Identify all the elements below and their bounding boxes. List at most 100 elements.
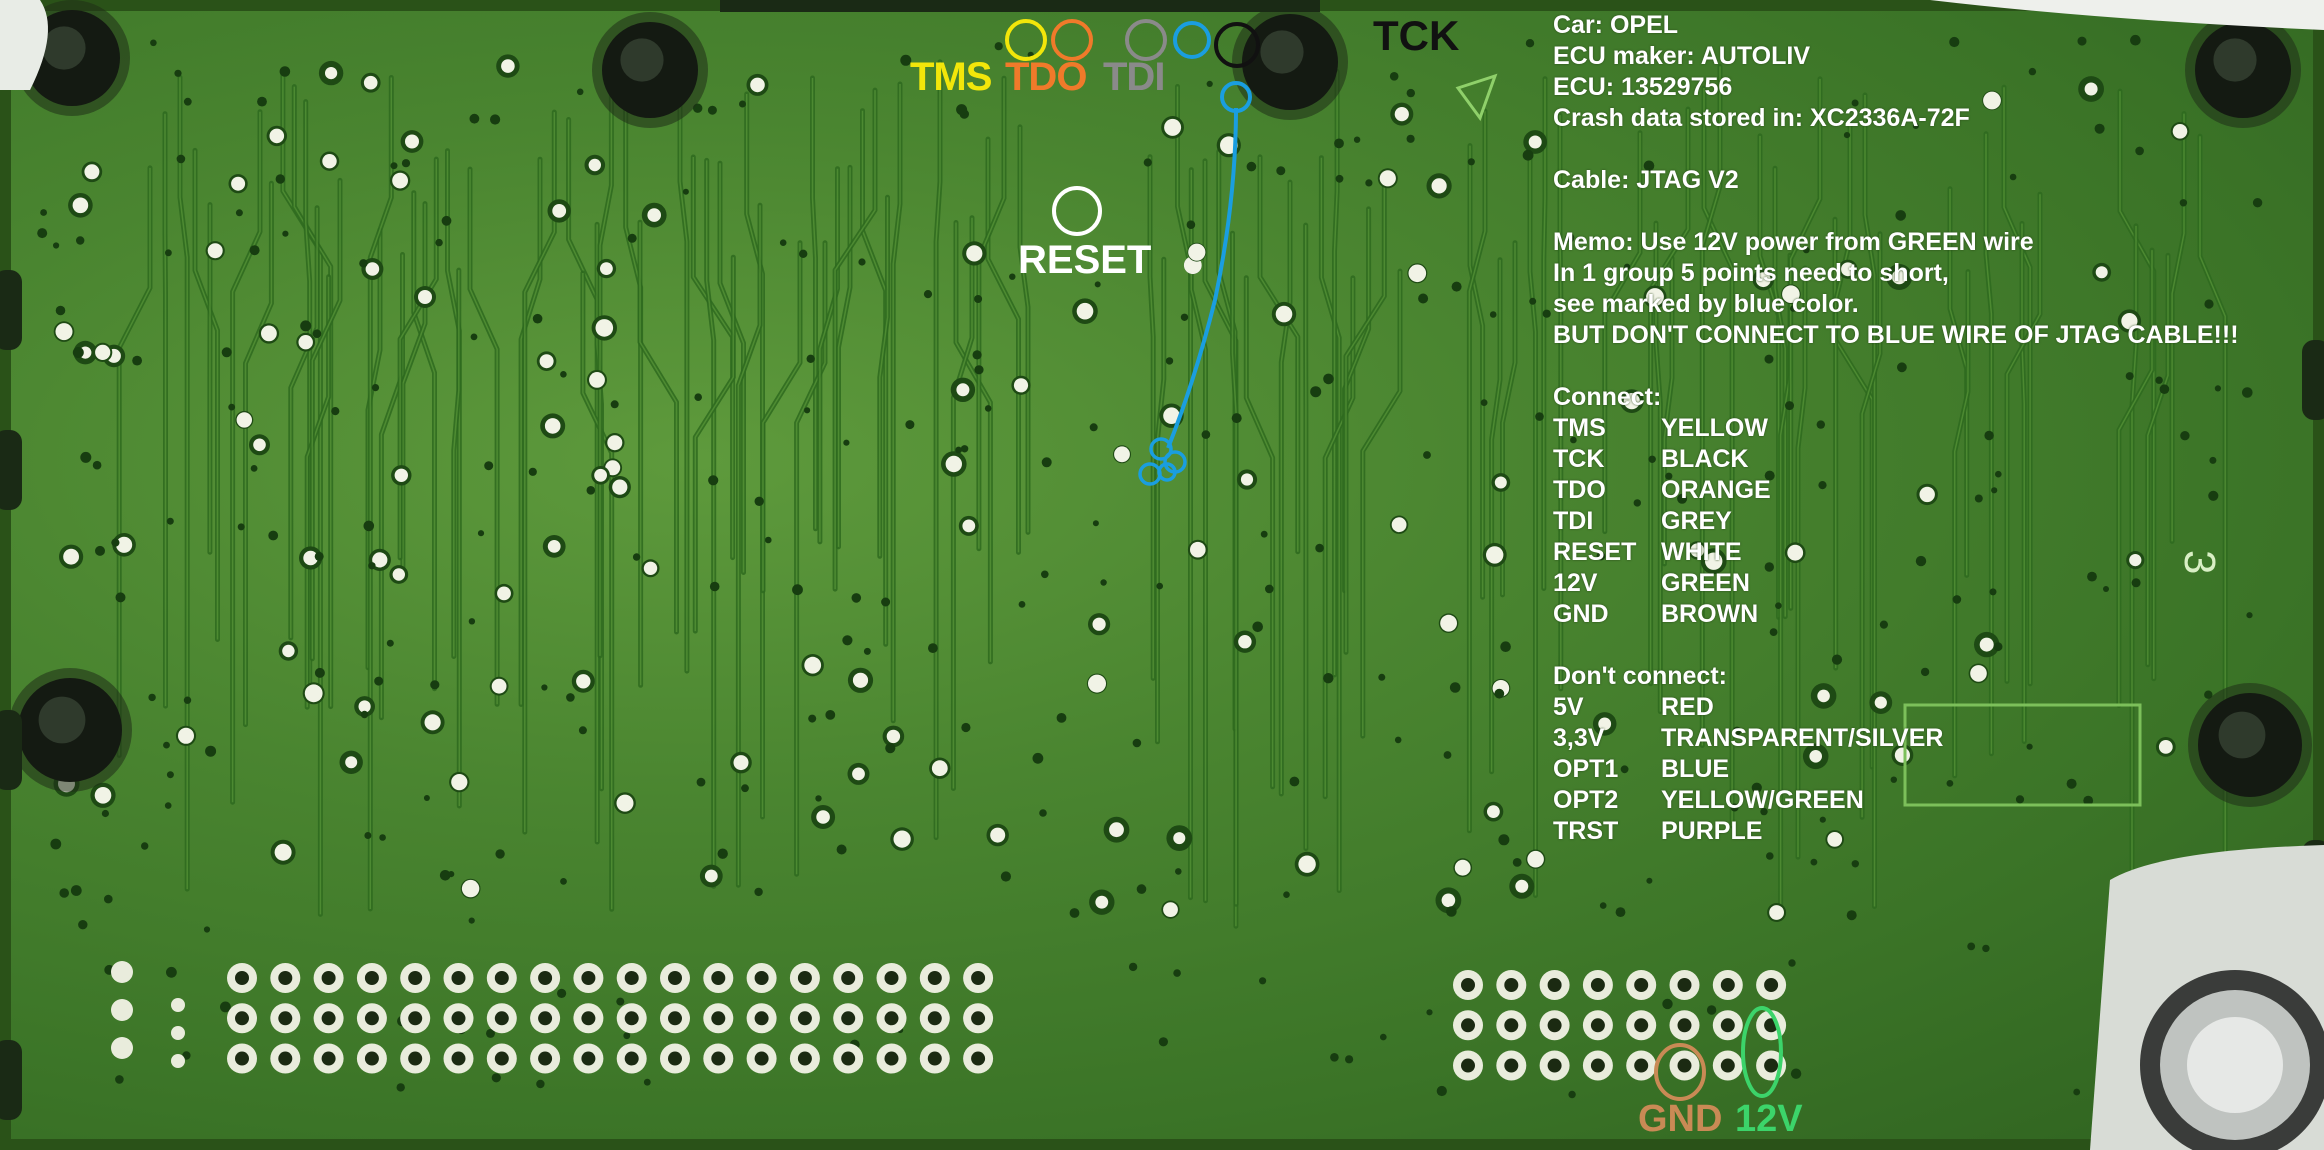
test-pad (931, 760, 948, 777)
via-hole (477, 530, 485, 537)
via-hole (1136, 884, 1147, 894)
via-hole (1069, 908, 1080, 918)
via-hole (1851, 860, 1860, 868)
via-hole (955, 446, 962, 454)
via-hole (484, 461, 494, 471)
via-hole (468, 618, 476, 625)
via-hole (163, 741, 170, 749)
via-hole (1252, 621, 1263, 633)
via-hole (739, 100, 746, 108)
via-hole (183, 97, 192, 106)
main-connector-hole (581, 1051, 596, 1066)
via-hole (396, 1083, 405, 1092)
test-pad (253, 438, 266, 452)
test-pad (647, 208, 661, 222)
via-hole (495, 849, 505, 859)
via-hole (166, 966, 177, 978)
via-hole (1446, 906, 1457, 917)
test-pad (491, 678, 507, 694)
via-hole (1132, 738, 1142, 748)
via-hole (1175, 868, 1182, 875)
cable-line: Cable: JTAG V2 (1553, 166, 1739, 194)
via-hole (448, 871, 455, 878)
via-hole (312, 329, 322, 339)
via-hole (359, 259, 368, 268)
via-hole (430, 680, 440, 690)
test-pad (1013, 378, 1029, 393)
test-pad (84, 164, 100, 180)
via-hole (72, 347, 84, 358)
via-hole (1156, 582, 1163, 590)
via-hole (1334, 138, 1344, 149)
via-hole (741, 784, 749, 793)
twelve-v-pin-label: 12V (1735, 1098, 1803, 1140)
test-pad (588, 158, 601, 172)
via-hole (115, 592, 126, 603)
via-hole (1467, 158, 1475, 166)
main-connector-hole (538, 971, 553, 985)
tdo-marker-ring (1051, 19, 1093, 61)
via-hole (972, 350, 982, 360)
test-pad (63, 548, 79, 565)
via-hole (928, 643, 938, 653)
via-hole (984, 405, 992, 412)
test-pad (616, 794, 634, 812)
test-pad (1441, 893, 1456, 908)
main-connector-hole (797, 971, 812, 985)
via-hole (905, 420, 915, 430)
pcb-trace (192, 147, 220, 642)
pcb-trace (677, 59, 690, 674)
via-hole (490, 114, 501, 125)
via-hole (374, 676, 384, 686)
via-hole (923, 290, 933, 299)
via-hole (423, 795, 430, 801)
tms-marker-ring (1005, 19, 1047, 61)
via-hole (1265, 584, 1274, 594)
main-connector-hole (841, 1051, 856, 1066)
test-pad (544, 418, 561, 434)
via-hole (95, 545, 105, 556)
side-pad (111, 961, 133, 983)
pcb-trace (890, 81, 903, 724)
pcb-trace (704, 157, 717, 889)
test-pad (1240, 473, 1254, 486)
mounting-post-highlight (42, 26, 86, 70)
via-hole (1512, 858, 1522, 867)
test-pad (55, 323, 73, 341)
via-hole (843, 439, 850, 446)
main-connector-hole (278, 971, 293, 985)
wire-color: YELLOW/GREEN (1661, 786, 1864, 814)
main-connector-hole (624, 971, 639, 985)
via-hole (279, 66, 291, 77)
test-pad (304, 684, 323, 703)
pin-name: GND (1553, 600, 1609, 628)
crash-data-line: Crash data stored in: XC2336A-72F (1553, 104, 1970, 132)
via-hole (1443, 751, 1452, 759)
test-pad (962, 519, 976, 533)
short-group-marker-ring (1173, 21, 1211, 59)
wire-color: BLACK (1661, 445, 1749, 473)
dont-connect-title: Don't connect: (1553, 662, 1727, 690)
test-pad (1088, 674, 1106, 693)
test-pad (322, 154, 337, 169)
wire-color: GREEN (1661, 569, 1750, 597)
test-pad (1486, 546, 1504, 564)
via-hole (566, 693, 575, 702)
via-hole (799, 249, 808, 258)
via-hole (1330, 1053, 1339, 1062)
aux-connector-hole (1634, 1018, 1649, 1033)
main-connector-hole (884, 971, 899, 985)
test-pad (95, 344, 111, 360)
pin-name: OPT1 (1553, 755, 1619, 783)
via-hole (881, 597, 891, 607)
test-pad (363, 75, 378, 90)
via-hole (707, 105, 717, 115)
test-pad (497, 586, 511, 601)
main-connector-hole (408, 971, 423, 985)
test-pad (1238, 635, 1252, 649)
main-connector-hole (408, 1011, 423, 1026)
main-connector-hole (451, 1011, 466, 1026)
via-hole (1451, 281, 1462, 292)
main-connector-hole (884, 1051, 899, 1066)
via-hole (1535, 412, 1544, 421)
